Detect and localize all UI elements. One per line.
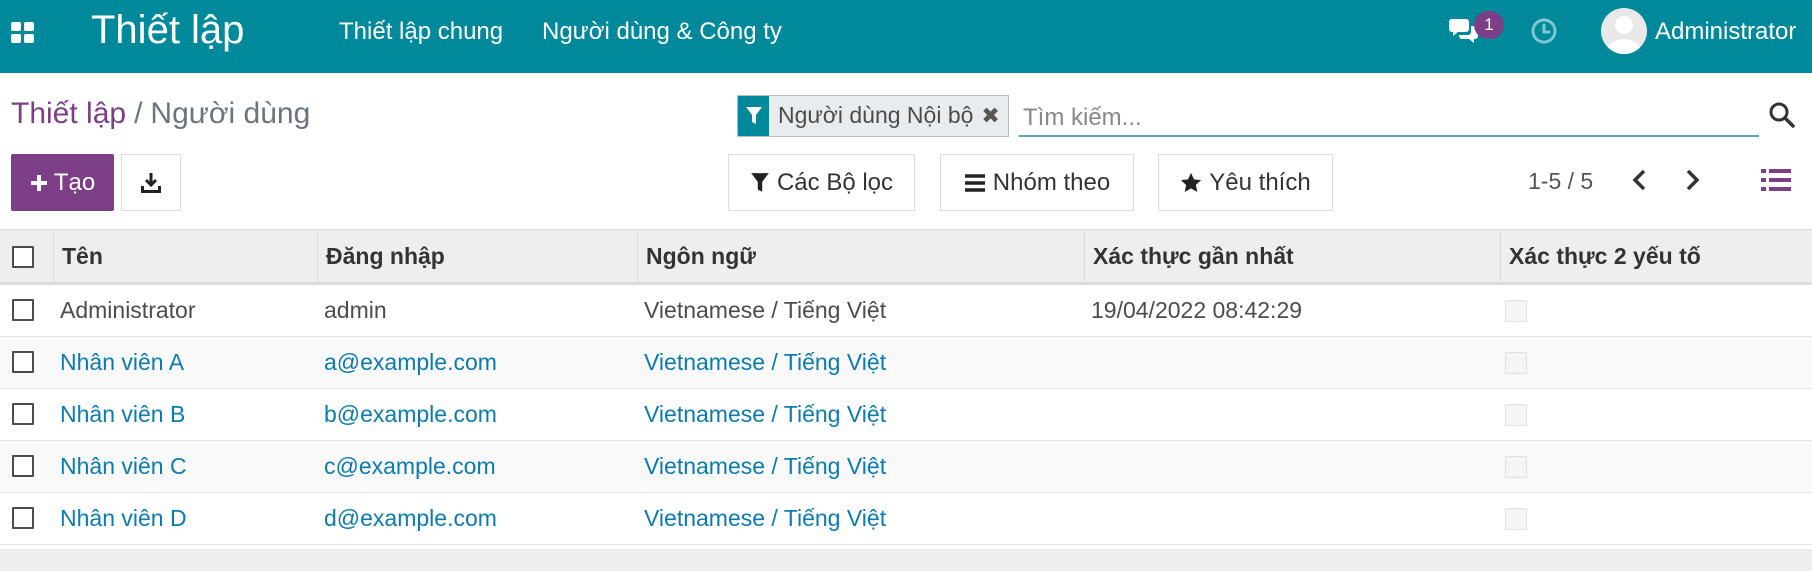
cell-name: Nhân viên D	[60, 505, 187, 531]
avatar[interactable]	[1601, 8, 1647, 54]
cell-language: Vietnamese / Tiếng Việt	[644, 297, 887, 323]
column-header-login[interactable]: Đăng nhập	[317, 230, 637, 283]
cell-login: d@example.com	[324, 505, 497, 531]
column-header-language[interactable]: Ngôn ngữ	[637, 230, 1084, 283]
row-checkbox[interactable]	[12, 299, 34, 321]
close-icon[interactable]: ✖	[981, 103, 999, 129]
menu-general-settings[interactable]: Thiết lập chung	[339, 18, 503, 46]
breadcrumb-separator: /	[134, 97, 143, 130]
download-icon	[141, 172, 161, 193]
cell-login: a@example.com	[324, 349, 497, 375]
cell-language: Vietnamese / Tiếng Việt	[644, 453, 887, 479]
cell-language: Vietnamese / Tiếng Việt	[644, 505, 887, 531]
table-row[interactable]: Nhân viên A a@example.com Vietnamese / T…	[0, 337, 1812, 389]
cell-2fa-checkbox	[1505, 404, 1527, 426]
search-input[interactable]	[1019, 101, 1759, 137]
clock-icon[interactable]	[1530, 17, 1558, 45]
search-icon[interactable]	[1768, 101, 1796, 129]
filter-icon	[738, 96, 769, 136]
row-checkbox[interactable]	[12, 403, 34, 425]
cell-name: Administrator	[60, 297, 196, 323]
favorites-button[interactable]: Yêu thích	[1158, 154, 1333, 211]
menu-users-companies[interactable]: Người dùng & Công ty	[542, 18, 782, 46]
breadcrumb-current: Người dùng	[150, 97, 311, 130]
select-all-checkbox[interactable]	[12, 246, 34, 268]
messages-badge: 1	[1474, 11, 1504, 39]
table-row[interactable]: Nhân viên C c@example.com Vietnamese / T…	[0, 441, 1812, 493]
table-row[interactable]: Administrator admin Vietnamese / Tiếng V…	[0, 285, 1812, 337]
filters-button[interactable]: Các Bộ lọc	[728, 154, 915, 211]
create-button-label: Tạo	[53, 168, 96, 196]
bars-icon	[964, 173, 985, 192]
row-checkbox[interactable]	[12, 455, 34, 477]
users-table: Tên Đăng nhập Ngôn ngữ Xác thực gần nhất…	[0, 229, 1812, 545]
search-facet: Người dùng Nội bộ ✖	[737, 95, 1009, 137]
groupby-button-label: Nhóm theo	[992, 168, 1111, 196]
cell-2fa-checkbox	[1505, 300, 1527, 322]
chevron-left-icon[interactable]	[1628, 166, 1652, 194]
column-header-name[interactable]: Tên	[53, 230, 317, 283]
row-checkbox[interactable]	[12, 351, 34, 373]
top-navbar: Thiết lập Thiết lập chung Người dùng & C…	[0, 0, 1812, 73]
cell-login: admin	[324, 297, 387, 323]
chevron-right-icon[interactable]	[1680, 166, 1704, 194]
cell-2fa-checkbox	[1505, 456, 1527, 478]
table-header: Tên Đăng nhập Ngôn ngữ Xác thực gần nhất…	[0, 229, 1812, 285]
breadcrumb: Thiết lập / Người dùng	[11, 97, 310, 131]
cell-language: Vietnamese / Tiếng Việt	[644, 349, 887, 375]
cell-name: Nhân viên B	[60, 401, 186, 427]
facet-label: Người dùng Nội bộ	[778, 102, 974, 128]
app-title[interactable]: Thiết lập	[91, 8, 244, 53]
cell-name: Nhân viên C	[60, 453, 187, 479]
cell-language: Vietnamese / Tiếng Việt	[644, 401, 887, 427]
star-icon	[1181, 172, 1202, 192]
filter-icon	[751, 172, 769, 192]
table-footer	[0, 549, 1812, 571]
row-checkbox[interactable]	[12, 507, 34, 529]
column-header-last-auth[interactable]: Xác thực gần nhất	[1084, 230, 1500, 283]
plus-icon	[30, 174, 47, 191]
pager-value[interactable]: 1-5 / 5	[1528, 168, 1593, 195]
column-header-2fa[interactable]: Xác thực 2 yếu tố	[1500, 230, 1812, 283]
user-name[interactable]: Administrator	[1655, 18, 1796, 46]
cell-login: c@example.com	[324, 453, 496, 479]
breadcrumb-parent[interactable]: Thiết lập	[11, 97, 126, 130]
cell-name: Nhân viên A	[60, 349, 185, 375]
download-button[interactable]	[121, 154, 181, 211]
create-button[interactable]: Tạo	[11, 154, 114, 211]
cell-last-auth: 19/04/2022 08:42:29	[1091, 297, 1303, 323]
favorites-button-label: Yêu thích	[1209, 168, 1311, 196]
table-row[interactable]: Nhân viên D d@example.com Vietnamese / T…	[0, 493, 1812, 545]
groupby-button[interactable]: Nhóm theo	[940, 154, 1134, 211]
table-row[interactable]: Nhân viên B b@example.com Vietnamese / T…	[0, 389, 1812, 441]
cell-2fa-checkbox	[1505, 508, 1527, 530]
cell-login: b@example.com	[324, 401, 497, 427]
list-view-icon[interactable]	[1760, 166, 1792, 194]
cell-2fa-checkbox	[1505, 352, 1527, 374]
filters-button-label: Các Bộ lọc	[776, 168, 894, 196]
apps-menu-icon[interactable]	[11, 22, 35, 44]
